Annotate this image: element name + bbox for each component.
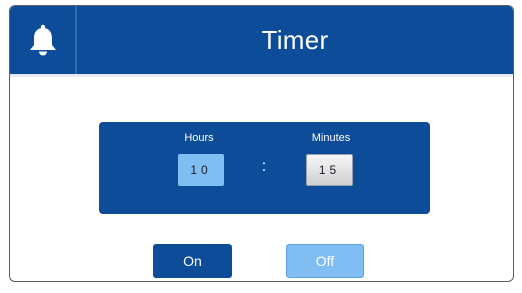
header-divider — [10, 74, 513, 77]
hours-label: Hours — [184, 132, 214, 144]
time-setting-panel: Hours Minutes 10 : 15 — [99, 122, 430, 214]
bell-icon — [29, 24, 56, 56]
off-button[interactable]: Off — [286, 244, 364, 278]
hours-field[interactable]: 10 — [178, 154, 224, 186]
minutes-field[interactable]: 15 — [306, 154, 353, 186]
on-button[interactable]: On — [153, 244, 232, 278]
page-title: Timer — [261, 24, 329, 55]
minutes-label: Minutes — [311, 132, 351, 144]
timer-screen: Timer Hours Minutes 10 : 15 On Off — [9, 5, 514, 282]
bell-button[interactable] — [10, 6, 77, 74]
header-bar: Timer — [10, 6, 513, 74]
time-separator: : — [261, 158, 267, 175]
